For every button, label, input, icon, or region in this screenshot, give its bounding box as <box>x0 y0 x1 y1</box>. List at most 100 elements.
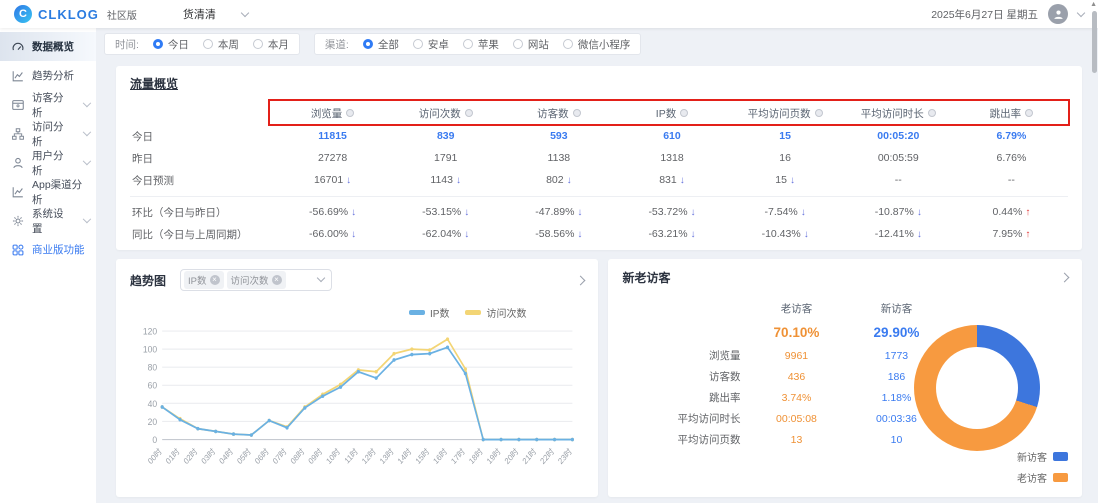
svg-text:13时: 13时 <box>377 446 395 466</box>
sidebar-item-app-channel-analysis[interactable]: App渠道分析 <box>0 177 96 206</box>
info-icon[interactable] <box>814 109 823 117</box>
svg-text:14时: 14时 <box>395 446 413 466</box>
svg-text:09时: 09时 <box>306 446 324 466</box>
metric-value: -47.89% ↓ <box>535 206 583 218</box>
channel-option-all[interactable]: 全部 <box>362 37 399 52</box>
line-chart-icon <box>11 69 25 83</box>
down-arrow-icon: ↓ <box>789 175 795 186</box>
svg-text:80: 80 <box>148 362 158 373</box>
visitors-legend: 新访客 老访客 <box>1017 449 1068 485</box>
visitor-window-icon <box>11 98 25 112</box>
tag-label: IP数 <box>188 276 207 287</box>
sidebar-item-business-features[interactable]: 商业版功能 <box>0 235 96 264</box>
channel-option-web[interactable]: 网站 <box>512 37 549 52</box>
info-icon[interactable] <box>1025 109 1034 117</box>
svg-text:16时: 16时 <box>431 446 449 466</box>
scroll-up-arrow[interactable]: ▲ <box>1090 1 1097 8</box>
svg-text:0: 0 <box>152 434 157 445</box>
trend-title: 趋势图 <box>130 273 167 288</box>
up-arrow-icon: ↑ <box>1025 207 1031 218</box>
down-arrow-icon: ↓ <box>464 207 470 218</box>
traffic-overview-title: 流量概览 <box>130 77 179 91</box>
old-value: 9961 <box>784 350 809 362</box>
clklog-dashboard: C CLKLOG 社区版 货清清 2025年6月27日 星期五 ▲ 数据概览 趋… <box>0 0 1098 503</box>
metric-value: -- <box>894 174 902 186</box>
metric-value[interactable]: 610 <box>615 130 728 142</box>
metric-select[interactable]: IP数 × 访问次数 × <box>180 269 333 291</box>
visitors-more-arrow-icon[interactable] <box>1059 272 1070 283</box>
metric-value: 1318 <box>660 152 684 164</box>
down-arrow-icon: ↓ <box>803 229 809 240</box>
sidebar-item-label: 用户分析 <box>32 149 64 177</box>
sidebar-item-user-analysis[interactable]: 用户分析 <box>0 148 96 177</box>
info-icon[interactable] <box>680 109 689 117</box>
metric-value: -10.43% ↓ <box>761 228 809 240</box>
svg-text:00时: 00时 <box>146 446 164 466</box>
svg-text:08时: 08时 <box>288 446 306 466</box>
sidebar-item-data-overview[interactable]: 数据概览 <box>0 32 96 61</box>
legend-item-ip[interactable]: IP数 <box>409 305 449 320</box>
logo[interactable]: C CLKLOG <box>14 5 99 23</box>
row-label: 跳出率 <box>708 392 741 404</box>
visitors-legend-swatch <box>1053 452 1068 461</box>
column-header: 浏览量 <box>310 107 343 120</box>
radio-icon <box>252 39 263 49</box>
chevron-down-icon <box>83 214 92 224</box>
trend-legend: IP数 访问次数 <box>130 305 584 320</box>
tag-close-icon[interactable]: × <box>209 275 220 285</box>
chevron-down-icon <box>83 156 92 166</box>
info-icon[interactable] <box>572 109 581 117</box>
time-option-month[interactable]: 本月 <box>252 37 289 52</box>
info-icon[interactable] <box>927 109 936 117</box>
radio-icon <box>152 39 163 49</box>
tag-label: 访问次数 <box>230 276 269 287</box>
info-icon[interactable] <box>464 109 473 117</box>
tag-close-icon[interactable]: × <box>271 275 282 285</box>
user-avatar[interactable] <box>1048 4 1068 24</box>
svg-text:19时: 19时 <box>484 446 502 466</box>
metric-value[interactable]: 6.79% <box>955 130 1068 142</box>
row-label: 访客数 <box>708 371 741 383</box>
metric-value: -12.41% ↓ <box>874 228 922 240</box>
metric-value[interactable]: 00:05:20 <box>842 130 955 142</box>
metric-value[interactable]: 839 <box>389 130 502 142</box>
project-selector[interactable]: 货清清 <box>183 6 250 22</box>
channel-option-android[interactable]: 安卓 <box>412 37 449 52</box>
metric-value[interactable]: 11815 <box>276 130 389 142</box>
legend-item-visits[interactable]: 访问次数 <box>465 305 526 320</box>
svg-text:11时: 11时 <box>342 446 360 466</box>
metric-value: -63.21% ↓ <box>648 228 696 240</box>
metric-value: 27278 <box>317 152 348 164</box>
old-visitor-header: 老访客 <box>780 303 813 315</box>
column-header: 访客数 <box>537 107 569 120</box>
metric-value[interactable]: 593 <box>502 130 615 142</box>
avatar-chevron-icon[interactable] <box>1076 8 1086 17</box>
radio-label: 网站 <box>527 38 549 51</box>
legend-item-new-visitor[interactable]: 新访客 <box>1017 449 1068 464</box>
svg-text:40: 40 <box>148 398 158 409</box>
metric-value: -53.15% ↓ <box>422 206 470 218</box>
channel-option-miniprogram[interactable]: 微信小程序 <box>562 37 630 52</box>
metric-value[interactable]: 15 <box>729 130 842 142</box>
dashboard-icon <box>11 40 25 54</box>
down-arrow-icon: ↓ <box>346 175 352 186</box>
svg-text:20时: 20时 <box>502 446 520 466</box>
trend-more-arrow-icon[interactable] <box>576 275 586 285</box>
sidebar-item-visit-analysis[interactable]: 访问分析 <box>0 119 96 148</box>
gear-icon <box>11 214 25 228</box>
sidebar-item-visitor-analysis[interactable]: 访客分析 <box>0 90 96 119</box>
legend-item-old-visitor[interactable]: 老访客 <box>1017 470 1068 485</box>
time-option-week[interactable]: 本周 <box>202 37 239 52</box>
channel-option-ios[interactable]: 苹果 <box>462 37 499 52</box>
metric-value: 1143 ↓ <box>430 174 461 186</box>
table-row-today: 今日 11815 839 593 610 15 00:05:20 6.79% <box>130 125 1068 147</box>
column-header: 访问次数 <box>418 107 461 120</box>
metric-value: -- <box>1007 174 1015 186</box>
time-option-today[interactable]: 今日 <box>152 37 189 52</box>
sidebar-item-system-settings[interactable]: 系统设置 <box>0 206 96 235</box>
sidebar-item-label: 商业版功能 <box>32 244 85 256</box>
scrollbar-thumb[interactable] <box>1092 11 1097 73</box>
info-icon[interactable] <box>346 109 355 117</box>
visitors-title: 新老访客 <box>622 271 671 285</box>
sidebar-item-trend-analysis[interactable]: 趋势分析 <box>0 61 96 90</box>
